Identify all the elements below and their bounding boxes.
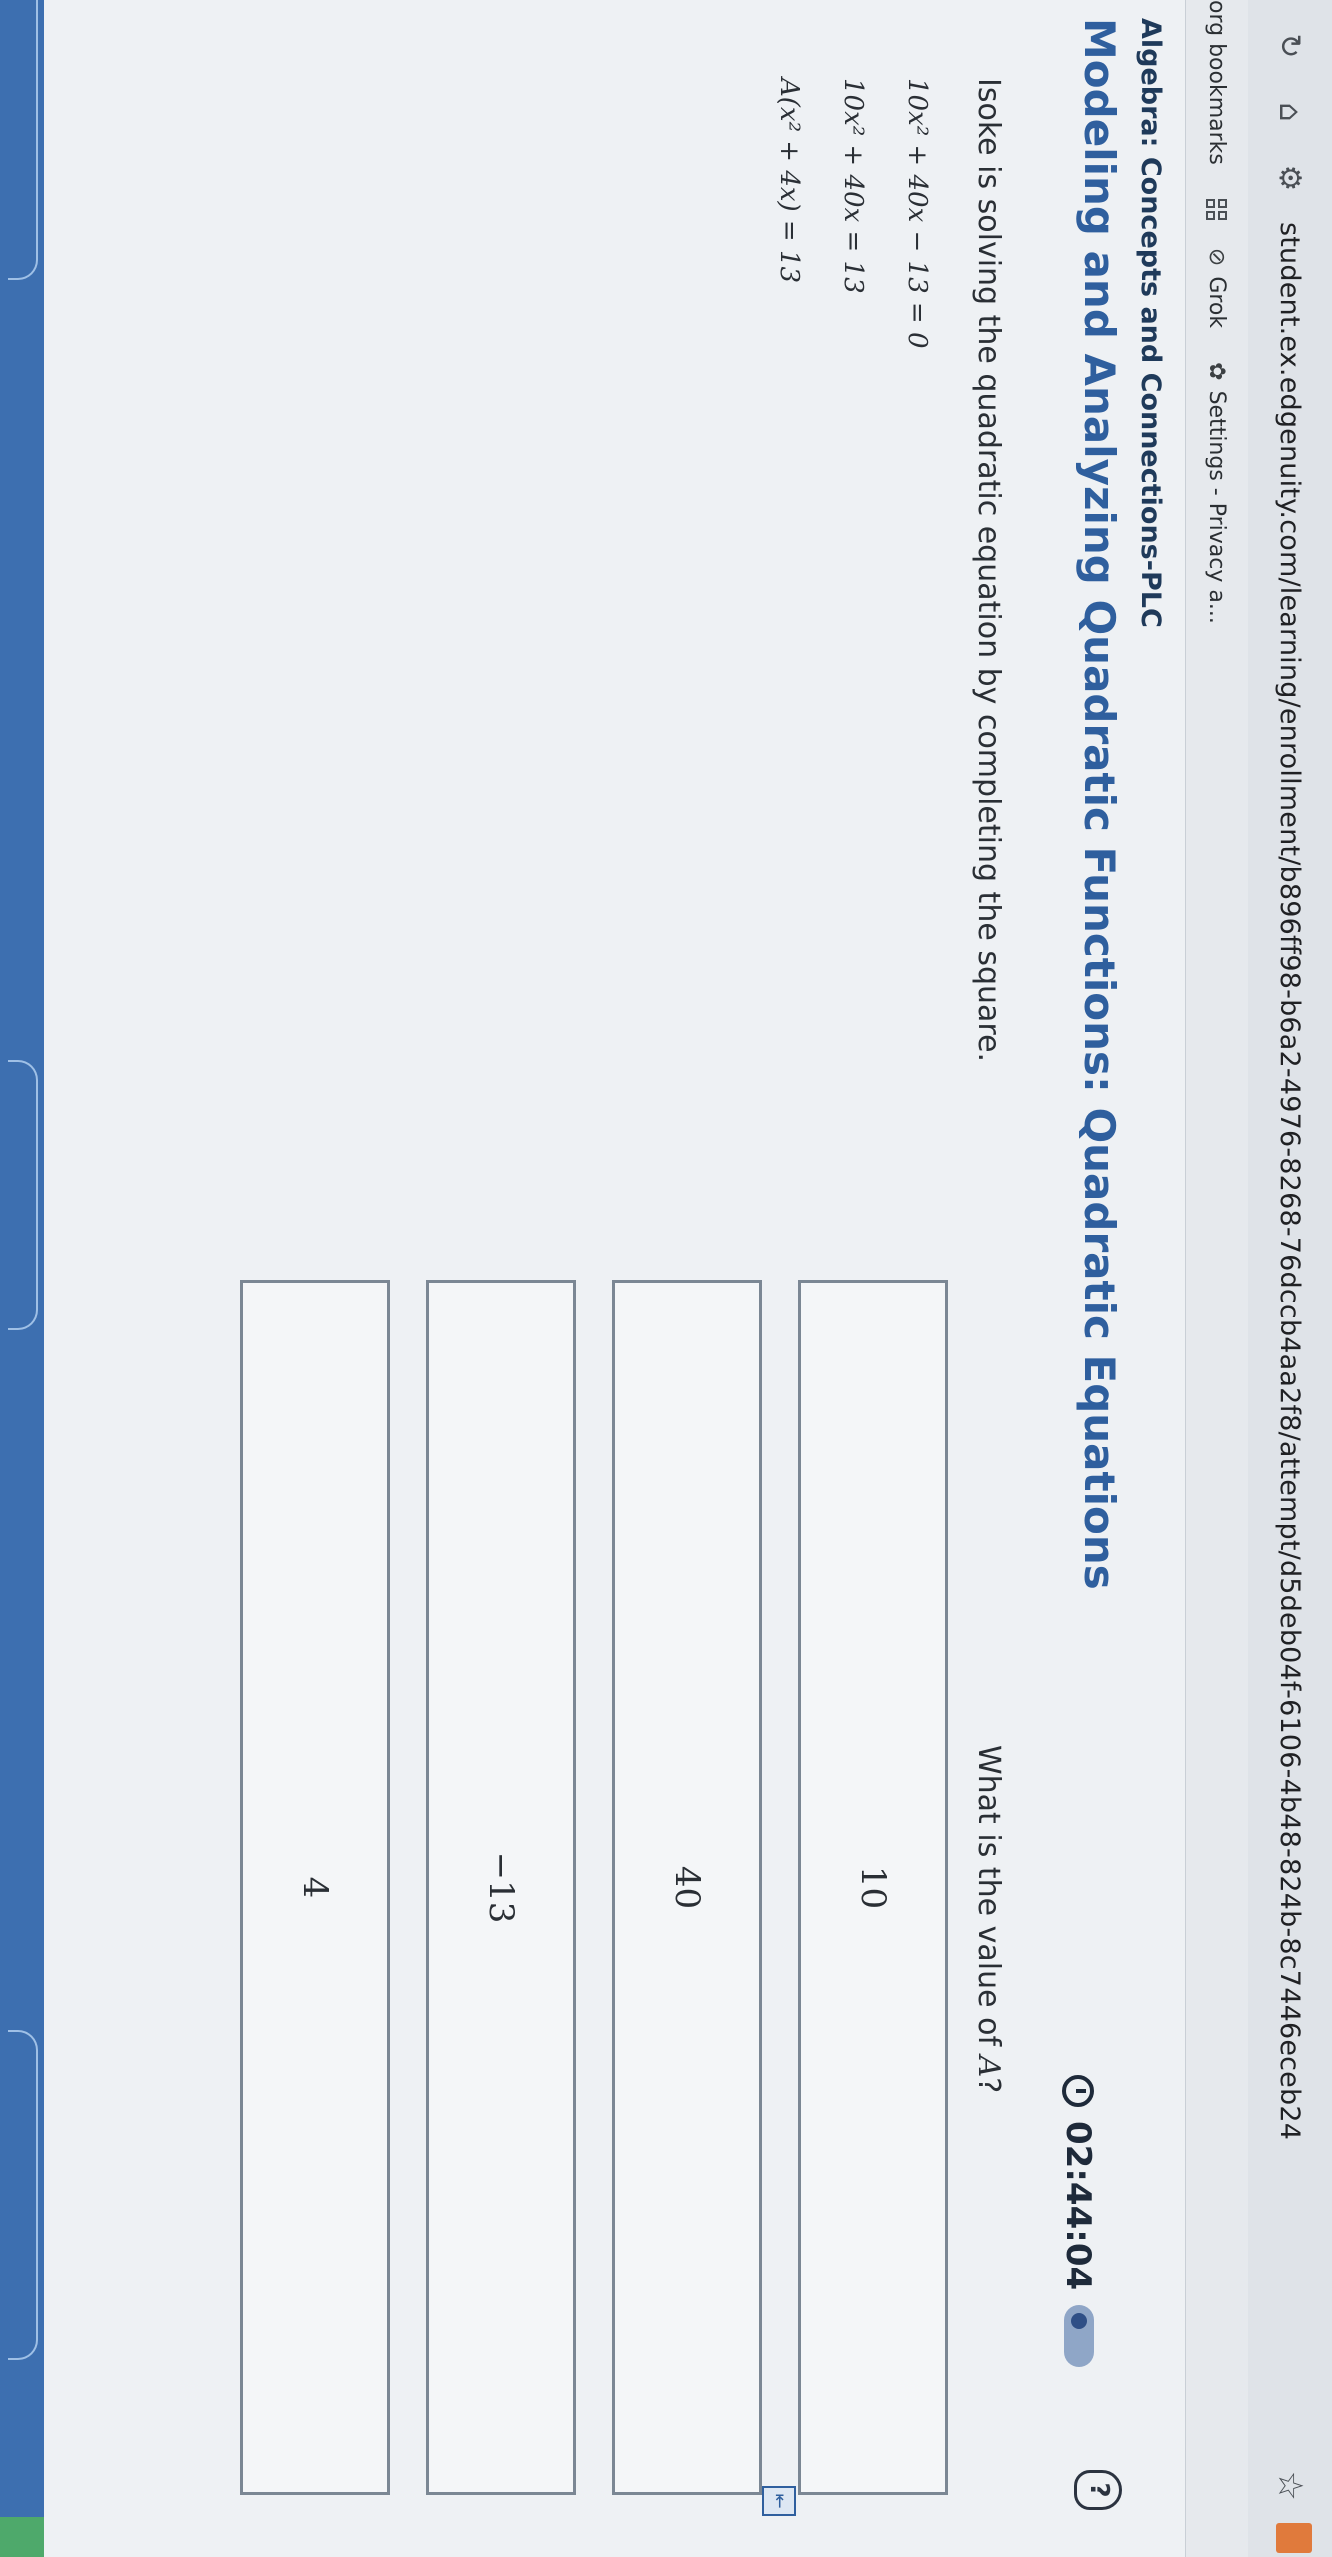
answer-choice[interactable]: 10 — [798, 1280, 948, 2495]
bookmark-label: Settings - Privacy a... — [1204, 390, 1230, 624]
answer-label: 4 — [295, 1876, 335, 1899]
question-text: What is the value of A? — [971, 1745, 1006, 2093]
browser-toolbar: ↻ ⌂ ⚙ student.ex.edgenuity.com/learning/… — [1248, 0, 1332, 2557]
bookmark-star-icon[interactable]: ☆ — [1270, 2471, 1310, 2501]
answer-choice[interactable]: −13 — [426, 1280, 576, 2495]
question-variable: A — [971, 2055, 1006, 2078]
question-prefix: What is the value of — [971, 1745, 1006, 2056]
gear-icon: ✿ — [1204, 362, 1230, 381]
answer-label: −13 — [481, 1851, 521, 1924]
extension-icon[interactable] — [1276, 2523, 1312, 2553]
toggle-switch[interactable] — [1064, 2305, 1094, 2367]
answer-choice[interactable]: 4 — [240, 1280, 390, 2495]
address-bar[interactable]: student.ex.edgenuity.com/learning/enroll… — [1275, 222, 1306, 2140]
bookmarks-bar: org bookmarks ⊘ Grok ✿ Settings - Privac… — [1185, 0, 1248, 2557]
bookmark-org[interactable]: org bookmarks — [1205, 0, 1230, 165]
help-icon[interactable]: ? — [1074, 2470, 1122, 2510]
question-panel: ⇤ Isoke is solving the quadratic equatio… — [0, 0, 1036, 2557]
answer-choice[interactable]: 40 — [612, 1280, 762, 2495]
equation-step: 10x² + 40x = 13 — [838, 78, 868, 294]
taskbar-item[interactable] — [8, 0, 38, 280]
site-settings-icon[interactable]: ⚙ — [1270, 158, 1310, 198]
bookmark-label: Grok — [1204, 276, 1230, 329]
apps-grid-icon[interactable] — [1206, 198, 1228, 220]
clock-icon — [1062, 2075, 1094, 2107]
taskbar-item[interactable] — [8, 2030, 38, 2360]
taskbar-item[interactable] — [8, 1060, 38, 1330]
question-suffix: ? — [971, 2077, 1006, 2094]
grok-icon: ⊘ — [1204, 247, 1230, 267]
equation-step: A(x² + 4x) = 13 — [774, 78, 804, 284]
timer: 02:44:04 — [1058, 2075, 1098, 2290]
problem-prompt: Isoke is solving the quadratic equation … — [971, 78, 1006, 1063]
equation-step: 10x² + 40x − 13 = 0 — [902, 78, 932, 349]
bookmark-label: org bookmarks — [1204, 0, 1230, 165]
home-icon[interactable]: ⌂ — [1270, 92, 1310, 132]
bottom-bar — [0, 0, 44, 2557]
timer-value: 02:44:04 — [1058, 2121, 1098, 2291]
app-header: Algebra: Concepts and Connections-PLC Mo… — [1036, 0, 1186, 2557]
answer-label: 40 — [667, 1865, 707, 1910]
lesson-title: Modeling and Analyzing Quadratic Functio… — [1075, 18, 1124, 1590]
bookmark-settings[interactable]: ✿ Settings - Privacy a... — [1205, 362, 1230, 624]
reload-icon[interactable]: ↻ — [1270, 26, 1310, 66]
corner-indicator — [0, 2517, 44, 2557]
screen: ↻ ⌂ ⚙ student.ex.edgenuity.com/learning/… — [0, 0, 1332, 2557]
bookmark-grok[interactable]: ⊘ Grok — [1205, 248, 1230, 328]
answer-label: 10 — [853, 1865, 893, 1910]
answer-choices: 10 40 −13 4 — [204, 1280, 948, 2495]
course-title: Algebra: Concepts and Connections-PLC — [1135, 18, 1166, 628]
